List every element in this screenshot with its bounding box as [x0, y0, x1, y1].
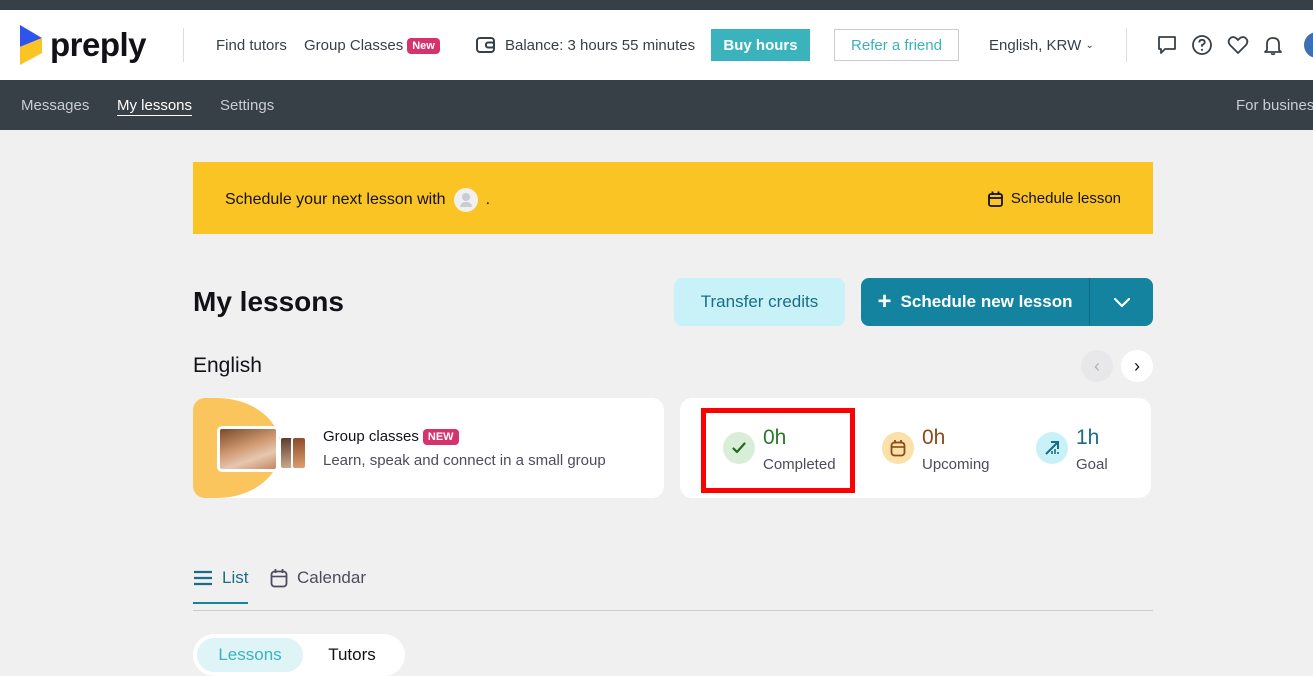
chevron-right-icon: › [1134, 355, 1140, 376]
completed-highlight-box [701, 408, 855, 493]
balance-display[interactable]: Balance: 3 hours 55 minutes [476, 36, 695, 54]
balance-text: Balance: 3 hours 55 minutes [505, 36, 696, 54]
language-label: English, KRW [989, 37, 1082, 54]
help-icon[interactable] [1191, 34, 1213, 56]
calendar-icon [270, 569, 288, 588]
page-title: My lessons [193, 286, 344, 317]
subnav-for-business[interactable]: For business [1236, 97, 1313, 114]
transfer-credits-button[interactable]: Transfer credits [674, 278, 845, 326]
preply-logo-icon [20, 25, 42, 65]
group-photo-small [291, 436, 307, 470]
heart-icon[interactable] [1227, 34, 1249, 56]
group-classes-title: Group classes NEW [323, 428, 459, 445]
group-classes-subtitle: Learn, speak and connect in a small grou… [323, 452, 606, 469]
chevron-down-icon: ⌄ [1085, 40, 1094, 51]
top-header: preply Find tutors Group Classes New Bala… [0, 10, 1313, 80]
new-badge: NEW [422, 429, 459, 445]
new-badge: New [407, 38, 440, 54]
buy-hours-button[interactable]: Buy hours [711, 29, 810, 61]
segment-tutors[interactable]: Tutors [303, 638, 401, 672]
calendar-icon [882, 432, 914, 464]
schedule-new-lesson-button[interactable]: + Schedule new lesson [861, 278, 1089, 326]
tab-calendar-label: Calendar [297, 568, 366, 587]
plus-icon: + [877, 288, 892, 315]
group-classes-card[interactable]: Group classes NEW Learn, speak and connec… [193, 398, 664, 498]
goal-icon [1036, 432, 1068, 464]
group-classes-link[interactable]: Group Classes New [304, 37, 440, 54]
refer-friend-button[interactable]: Refer a friend [834, 29, 959, 61]
header-divider-right [1126, 28, 1127, 62]
goal-value: 1h [1076, 426, 1100, 449]
group-classes-title-text: Group classes [323, 428, 419, 445]
tab-list[interactable]: List [193, 553, 249, 604]
banner-message: Schedule your next lesson with . [225, 188, 490, 212]
schedule-lesson-link[interactable]: Schedule lesson [988, 190, 1121, 207]
goal-label: Goal [1076, 456, 1108, 473]
list-icon [194, 570, 212, 585]
schedule-banner: Schedule your next lesson with . Schedul… [193, 162, 1153, 234]
tab-list-label: List [222, 567, 249, 587]
schedule-new-lesson-label: Schedule new lesson [900, 292, 1073, 311]
header-divider [183, 28, 184, 62]
sub-navigation: Messages My lessons Settings For busines… [0, 80, 1313, 130]
chat-icon[interactable] [1156, 34, 1178, 56]
schedule-lesson-label: Schedule lesson [1010, 190, 1121, 207]
logo-text: preply [50, 26, 147, 63]
chevron-left-icon: ‹ [1094, 355, 1100, 376]
view-tabs: List Calendar [193, 560, 1153, 611]
lessons-tutors-toggle: Lessons Tutors [193, 634, 405, 676]
schedule-options-dropdown[interactable] [1089, 278, 1153, 326]
top-strip [0, 0, 1313, 10]
subnav-messages[interactable]: Messages [21, 97, 89, 114]
wallet-icon [476, 37, 495, 53]
banner-text: Schedule your next lesson with [225, 191, 446, 208]
subnav-my-lessons[interactable]: My lessons [117, 97, 193, 116]
carousel-next-button[interactable]: › [1121, 350, 1153, 382]
segment-lessons[interactable]: Lessons [197, 638, 303, 672]
section-title: English [193, 354, 262, 377]
group-classes-label: Group Classes [304, 37, 404, 54]
upcoming-value: 0h [922, 426, 946, 449]
carousel-prev-button[interactable]: ‹ [1081, 350, 1113, 382]
tutor-avatar [453, 188, 478, 212]
banner-text-end: . [485, 191, 491, 208]
group-photo [217, 426, 279, 472]
language-currency-selector[interactable]: English, KRW ⌄ [989, 37, 1094, 54]
upcoming-label: Upcoming [922, 456, 990, 473]
tab-calendar[interactable]: Calendar [270, 553, 366, 603]
bell-icon[interactable] [1262, 34, 1284, 56]
chevron-down-icon [1113, 297, 1130, 308]
find-tutors-link[interactable]: Find tutors [216, 37, 287, 54]
user-avatar[interactable] [1304, 32, 1313, 58]
subnav-settings[interactable]: Settings [220, 97, 274, 114]
calendar-icon [988, 191, 1003, 207]
preply-logo[interactable]: preply [20, 24, 147, 66]
